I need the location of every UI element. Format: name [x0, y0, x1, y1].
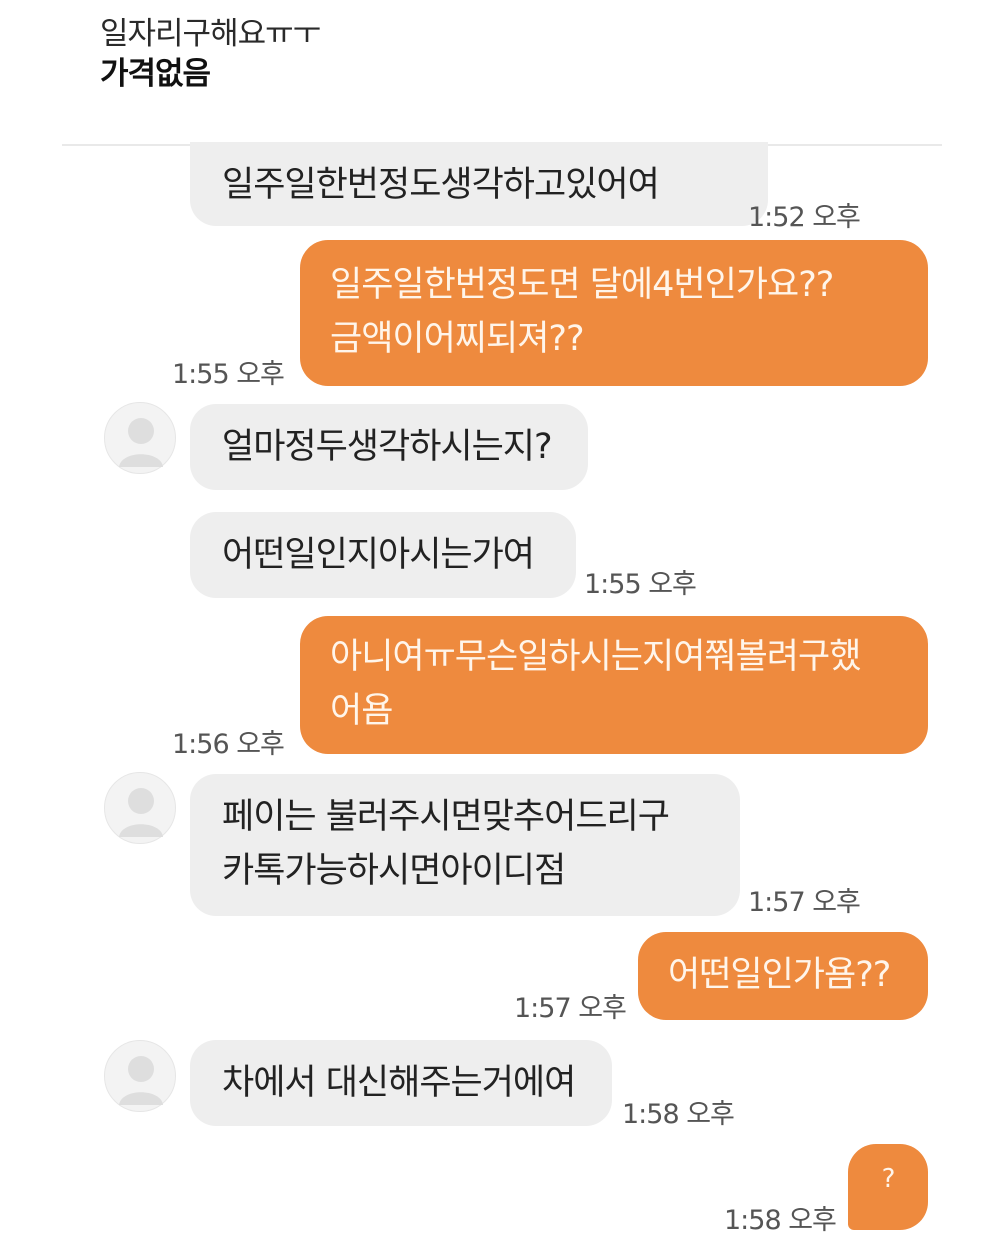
message-time: 1:57 오후: [748, 887, 861, 918]
message-time: 1:52 오후: [748, 202, 861, 233]
outgoing-message: 일주일한번정도면 달에4번인가요?? 금액이어찌되져??: [300, 240, 928, 386]
message-text: 어떤일인가욤??: [668, 955, 891, 995]
message-text: 일주일한번정도면 달에4번인가요??: [330, 265, 834, 305]
incoming-message: 일주일한번정도생각하고있어여: [190, 142, 768, 226]
message-text: ?: [881, 1164, 896, 1194]
message-text: 카톡가능하시면아이디점: [222, 851, 566, 891]
message-time: 1:56 오후: [172, 729, 285, 760]
incoming-message: 어떤일인지아시는가여: [190, 512, 576, 598]
contact-avatar[interactable]: [104, 1040, 176, 1112]
outgoing-message: 아니여ㅠ무슨일하시는지여쭤볼려구했 어욤: [300, 616, 928, 754]
outgoing-message: ?: [848, 1144, 928, 1230]
message-text: 금액이어찌되져??: [330, 319, 585, 359]
message-text: 차에서 대신해주는거에여: [222, 1063, 576, 1103]
message-text: 어욤: [330, 691, 393, 731]
contact-avatar[interactable]: [104, 402, 176, 474]
listing-title: 일자리구해요ㅠㅜ: [100, 16, 321, 52]
outgoing-message: 어떤일인가욤??: [638, 932, 928, 1020]
message-time: 1:58 오후: [724, 1205, 837, 1236]
user-silhouette-icon: [119, 1056, 163, 1105]
message-time: 1:57 오후: [514, 993, 627, 1024]
message-time: 1:58 오후: [622, 1099, 735, 1130]
incoming-message: 페이는 불러주시면맞추어드리구 카톡가능하시면아이디점: [190, 774, 740, 916]
incoming-message: 차에서 대신해주는거에여: [190, 1040, 612, 1126]
message-text: 얼마정두생각하시는지?: [222, 427, 553, 467]
message-text: 일주일한번정도생각하고있어여: [222, 165, 660, 205]
chat-header: 일자리구해요ㅠㅜ 가격없음: [100, 14, 321, 94]
listing-price: 가격없음: [100, 56, 211, 92]
user-silhouette-icon: [119, 418, 163, 467]
message-text: 페이는 불러주시면맞추어드리구: [222, 797, 670, 837]
message-text: 어떤일인지아시는가여: [222, 535, 535, 575]
message-time: 1:55 오후: [584, 569, 697, 600]
message-time: 1:55 오후: [172, 359, 285, 390]
user-silhouette-icon: [119, 788, 163, 837]
message-text: 아니여ㅠ무슨일하시는지여쭤볼려구했: [330, 637, 861, 677]
contact-avatar[interactable]: [104, 772, 176, 844]
incoming-message: 얼마정두생각하시는지?: [190, 404, 588, 490]
